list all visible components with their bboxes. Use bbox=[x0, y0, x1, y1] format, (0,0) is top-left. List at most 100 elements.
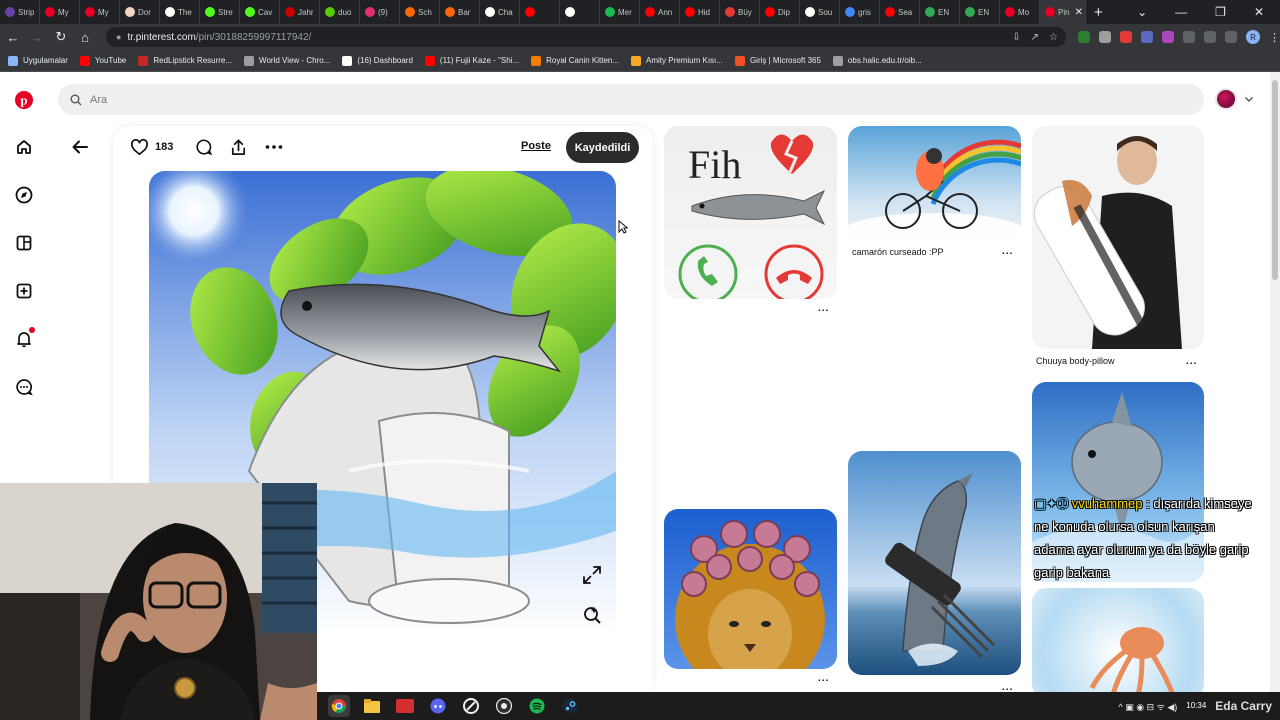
extension-icon[interactable] bbox=[1120, 31, 1132, 43]
bookmark-item[interactable]: Uygulamalar bbox=[8, 55, 68, 66]
minimize-button[interactable]: — bbox=[1175, 5, 1187, 19]
user-avatar[interactable] bbox=[1215, 88, 1237, 110]
tab-close-icon[interactable]: ✕ bbox=[1075, 7, 1083, 18]
browser-tab[interactable]: duo bbox=[320, 0, 360, 24]
pin-more-icon[interactable]: ... bbox=[818, 673, 829, 684]
shield-extension-icon[interactable] bbox=[1078, 31, 1090, 43]
discord-taskbar-icon[interactable] bbox=[427, 695, 449, 717]
browser-tab[interactable]: Ann bbox=[640, 0, 680, 24]
heart-react-icon[interactable] bbox=[130, 138, 149, 157]
file-explorer-taskbar-icon[interactable] bbox=[361, 695, 383, 717]
share-icon[interactable]: ↗ bbox=[1031, 32, 1039, 43]
boards-icon[interactable] bbox=[14, 233, 34, 253]
browser-tab[interactable]: Strip bbox=[0, 0, 40, 24]
profile-avatar[interactable]: R bbox=[1246, 30, 1260, 44]
site-info-icon[interactable]: ● bbox=[116, 32, 121, 42]
browser-tab[interactable]: Dor bbox=[120, 0, 160, 24]
pin-tile-shrimp-bicycle[interactable] bbox=[848, 126, 1021, 241]
notifications-bell-icon[interactable] bbox=[14, 327, 35, 349]
bookmark-star-icon[interactable]: ☆ bbox=[1049, 32, 1058, 43]
browser-tab[interactable]: Cav bbox=[240, 0, 280, 24]
page-scrollbar[interactable] bbox=[1270, 72, 1280, 692]
pin-more-icon[interactable]: ... bbox=[1186, 356, 1197, 367]
extension-icon[interactable] bbox=[1099, 31, 1111, 43]
browser-tab[interactable] bbox=[520, 0, 560, 24]
pin-tile-body-pillow[interactable] bbox=[1032, 126, 1204, 349]
back-arrow-icon[interactable] bbox=[70, 137, 90, 157]
browser-tab[interactable]: Sou bbox=[800, 0, 840, 24]
new-tab-button[interactable]: + bbox=[1094, 4, 1103, 21]
obs-taskbar-icon[interactable] bbox=[493, 695, 515, 717]
browser-tab[interactable]: Jahr bbox=[280, 0, 320, 24]
browser-tab[interactable]: Pin ✕ bbox=[1040, 0, 1086, 24]
pin-caption-shrimp[interactable]: camarón curseado :PP bbox=[852, 247, 944, 257]
expand-fullscreen-icon[interactable] bbox=[581, 564, 603, 591]
account-chevron-down-icon[interactable] bbox=[1243, 93, 1255, 105]
bookmark-item[interactable]: Royal Canin Kitten... bbox=[531, 55, 619, 66]
address-bar[interactable]: ● tr.pinterest.com/pin/30188259997117942… bbox=[106, 27, 1066, 47]
create-plus-icon[interactable] bbox=[14, 281, 34, 301]
bookmark-item[interactable]: RedLipstick Resurre... bbox=[138, 55, 232, 66]
browser-tab[interactable]: EN bbox=[920, 0, 960, 24]
search-input[interactable]: Ara bbox=[90, 94, 107, 106]
messages-icon[interactable] bbox=[14, 377, 34, 397]
home-icon[interactable]: ⌂ bbox=[74, 30, 96, 45]
browser-tab[interactable]: Stre bbox=[200, 0, 240, 24]
browser-tab[interactable]: Dip bbox=[760, 0, 800, 24]
visual-search-lens-icon[interactable] bbox=[581, 604, 603, 631]
profile-board-link[interactable]: Poste bbox=[521, 140, 551, 152]
extension-icon[interactable] bbox=[1141, 31, 1153, 43]
browser-tab[interactable]: (9) bbox=[360, 0, 400, 24]
pinterest-logo-icon[interactable]: p bbox=[14, 90, 34, 110]
search-bar[interactable]: Ara bbox=[58, 84, 1204, 115]
extension-icon[interactable] bbox=[1162, 31, 1174, 43]
tray-icons[interactable]: ^ ▣ ◉ ⊟ ᯤ ◀) bbox=[1119, 700, 1178, 713]
side-panel-icon[interactable] bbox=[1225, 31, 1237, 43]
chrome-taskbar-icon[interactable] bbox=[328, 695, 350, 717]
pin-more-icon[interactable]: ... bbox=[1002, 246, 1013, 257]
install-icon[interactable]: ⇩ bbox=[1012, 32, 1020, 43]
forward-icon[interactable]: → bbox=[26, 30, 48, 45]
browser-tab[interactable]: Bar bbox=[440, 0, 480, 24]
pin-tile-lion-curlers[interactable] bbox=[664, 509, 837, 669]
bookmark-item[interactable]: obs.halic.edu.tr/oib... bbox=[832, 55, 922, 66]
media-icon[interactable] bbox=[1204, 31, 1216, 43]
bookmark-item[interactable]: World View - Chro... bbox=[244, 55, 330, 66]
browser-tab[interactable]: Büy bbox=[720, 0, 760, 24]
steam-taskbar-icon[interactable] bbox=[559, 695, 581, 717]
browser-tab[interactable]: The bbox=[160, 0, 200, 24]
pin-caption-body-pillow[interactable]: Chuuya body-pillow bbox=[1036, 356, 1115, 366]
browser-tab[interactable]: EN bbox=[960, 0, 1000, 24]
browser-tab[interactable]: Sea bbox=[880, 0, 920, 24]
pin-tile-octopus[interactable] bbox=[1032, 588, 1204, 698]
bookmark-item[interactable]: (11) Fujii Kaze - "Shi... bbox=[424, 55, 519, 66]
home-nav-icon[interactable] bbox=[14, 137, 34, 157]
app-taskbar-icon[interactable] bbox=[460, 695, 482, 717]
scroll-thumb[interactable] bbox=[1272, 80, 1278, 280]
more-options-icon[interactable] bbox=[264, 137, 284, 157]
menu-kebab-icon[interactable]: ⋮ bbox=[1269, 31, 1280, 44]
comment-icon[interactable] bbox=[195, 138, 213, 156]
bookmark-item[interactable]: Amity Premium Kısı... bbox=[631, 55, 723, 66]
pin-tile-dolphin-minigun[interactable] bbox=[848, 451, 1021, 675]
browser-tab[interactable]: My bbox=[80, 0, 120, 24]
browser-tab[interactable]: Mer bbox=[600, 0, 640, 24]
browser-tab[interactable] bbox=[560, 0, 600, 24]
spotify-taskbar-icon[interactable] bbox=[526, 695, 548, 717]
saved-button[interactable]: Kaydedildi bbox=[566, 132, 639, 163]
bookmark-item[interactable]: YouTube bbox=[79, 55, 126, 66]
restore-button[interactable]: ❐ bbox=[1215, 5, 1226, 19]
browser-tab[interactable]: Cha bbox=[480, 0, 520, 24]
back-icon[interactable]: ← bbox=[2, 30, 24, 45]
pin-tile-fih[interactable]: Fih bbox=[664, 126, 837, 299]
taskbar-clock[interactable]: 10:34 bbox=[1186, 701, 1206, 711]
share-icon[interactable] bbox=[229, 138, 248, 157]
browser-tab[interactable]: Sch bbox=[400, 0, 440, 24]
explore-compass-icon[interactable] bbox=[14, 185, 34, 205]
reload-icon[interactable]: ↻ bbox=[50, 29, 72, 45]
browser-tab[interactable]: Hid bbox=[680, 0, 720, 24]
bookmark-item[interactable]: Giriş | Microsoft 365 bbox=[734, 55, 821, 66]
pin-more-icon[interactable]: ... bbox=[818, 303, 829, 314]
tab-search-chevron-icon[interactable]: ⌄ bbox=[1137, 5, 1147, 19]
close-window-button[interactable]: ✕ bbox=[1254, 5, 1264, 19]
